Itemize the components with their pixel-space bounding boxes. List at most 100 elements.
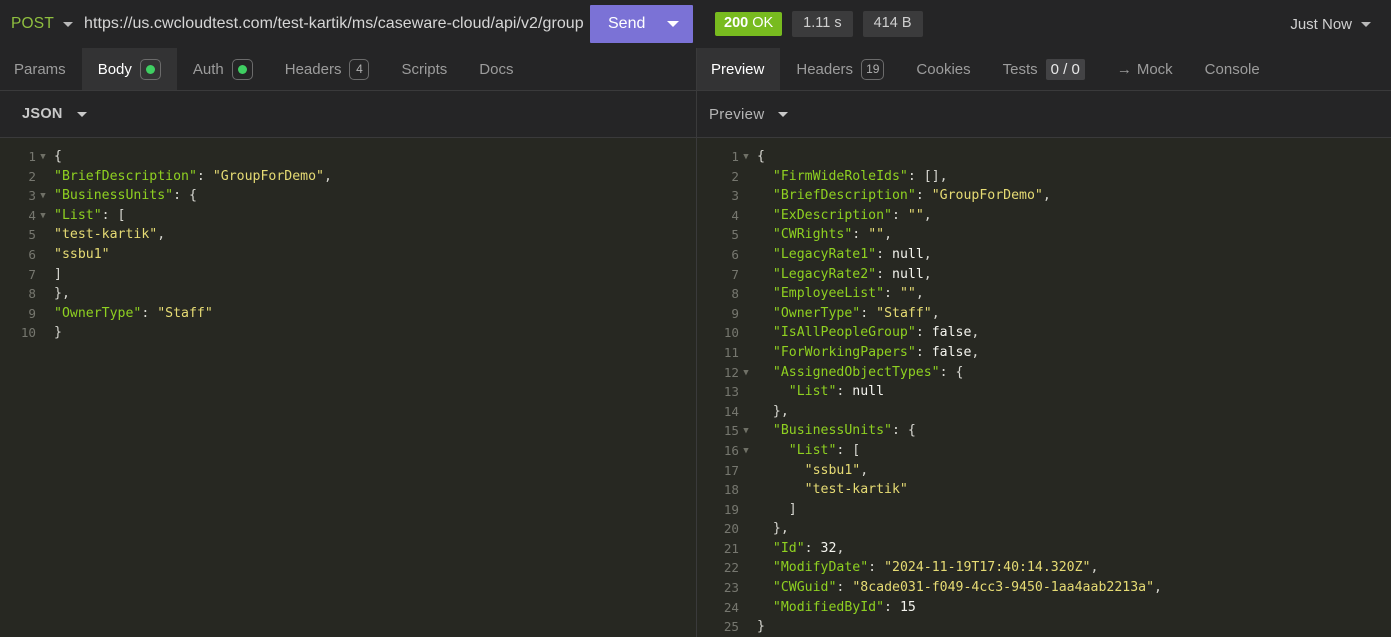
line-number: 2 [697, 167, 739, 187]
tab-label: Mock [1137, 61, 1173, 78]
url-text: https://us.cwcloudtest.com/test-kartik/m… [84, 15, 584, 33]
tab-cookies[interactable]: Cookies [900, 48, 986, 90]
code-text: "OwnerType": "Staff" [50, 304, 213, 324]
tab-label: Scripts [401, 61, 447, 78]
line-number: 17 [697, 461, 739, 481]
line-number: 8 [0, 284, 36, 304]
code-line: 18 "test-kartik" [697, 480, 1391, 500]
status-text: OK [752, 16, 773, 31]
tab-auth[interactable]: Auth [177, 48, 269, 90]
request-body-editor[interactable]: 1▼{2"BriefDescription": "GroupForDemo",3… [0, 138, 696, 637]
tab-scripts[interactable]: Scripts [385, 48, 463, 90]
fold-toggle-icon[interactable]: ▼ [739, 421, 753, 441]
line-number: 6 [697, 245, 739, 265]
tab-tests[interactable]: Tests 0 / 0 [987, 48, 1101, 90]
tab-body[interactable]: Body [82, 48, 177, 90]
code-line: 6"ssbu1" [0, 245, 696, 265]
code-line: 2 "FirmWideRoleIds": [], [697, 167, 1391, 187]
code-line: 20 }, [697, 519, 1391, 539]
response-timestamp-selector[interactable]: Just Now [1290, 16, 1371, 33]
line-number: 4 [697, 206, 739, 226]
code-text: }, [753, 402, 789, 422]
code-text: "LegacyRate2": null, [753, 265, 932, 285]
auth-status-dot-icon [232, 59, 253, 80]
tab-label: Preview [711, 61, 764, 78]
code-text: "List": [ [753, 441, 860, 461]
code-line: 1▼{ [697, 147, 1391, 167]
request-format-bar: JSON [0, 91, 696, 138]
tab-label: Body [98, 61, 132, 78]
code-line: 1▼{ [0, 147, 696, 167]
code-line: 4 "ExDescription": "", [697, 206, 1391, 226]
request-body-code[interactable]: 1▼{2"BriefDescription": "GroupForDemo",3… [0, 138, 696, 343]
tab-params[interactable]: Params [0, 48, 82, 90]
chevron-down-icon[interactable] [77, 112, 87, 117]
response-headers-count-badge: 19 [861, 59, 884, 80]
code-text: "ModifiedById": 15 [753, 598, 916, 618]
line-number: 20 [697, 519, 739, 539]
code-text: "ssbu1", [753, 461, 868, 481]
chevron-down-icon[interactable] [667, 21, 679, 27]
tab-label: Docs [479, 61, 513, 78]
response-body-code[interactable]: 1▼{2 "FirmWideRoleIds": [],3 "BriefDescr… [697, 138, 1391, 637]
fold-toggle-icon[interactable]: ▼ [739, 363, 753, 383]
line-number: 16 [697, 441, 739, 461]
code-text: "BusinessUnits": { [753, 421, 916, 441]
line-number: 9 [0, 304, 36, 324]
tab-docs[interactable]: Docs [463, 48, 529, 90]
tab-console[interactable]: Console [1189, 48, 1276, 90]
code-text: } [753, 617, 765, 637]
code-line: 19 ] [697, 500, 1391, 520]
chevron-down-icon[interactable] [778, 112, 788, 117]
code-text: "CWRights": "", [753, 225, 892, 245]
editor-split: 1▼{2"BriefDescription": "GroupForDemo",3… [0, 138, 1391, 637]
line-number: 8 [697, 284, 739, 304]
arrow-right-icon: → [1117, 61, 1132, 78]
line-number: 11 [697, 343, 739, 363]
code-line: 8 "EmployeeList": "", [697, 284, 1391, 304]
code-text: "ForWorkingPapers": false, [753, 343, 979, 363]
code-text: } [50, 323, 62, 343]
line-number: 24 [697, 598, 739, 618]
tab-preview[interactable]: Preview [697, 48, 780, 90]
code-text: "BriefDescription": "GroupForDemo", [753, 186, 1051, 206]
fold-toggle-icon[interactable]: ▼ [36, 186, 50, 206]
send-button[interactable]: Send [590, 5, 693, 43]
line-number: 10 [0, 323, 36, 343]
fold-toggle-icon[interactable]: ▼ [739, 147, 753, 167]
code-text: "IsAllPeopleGroup": false, [753, 323, 979, 343]
top-bar: POST https://us.cwcloudtest.com/test-kar… [0, 0, 1391, 48]
http-method-selector[interactable]: POST [0, 15, 73, 33]
response-timestamp-label: Just Now [1290, 16, 1352, 33]
headers-count-badge: 4 [349, 59, 369, 80]
code-line: 17 "ssbu1", [697, 461, 1391, 481]
line-number: 5 [697, 225, 739, 245]
tab-response-headers[interactable]: Headers 19 [780, 48, 900, 90]
tab-headers[interactable]: Headers 4 [269, 48, 386, 90]
line-number: 13 [697, 382, 739, 402]
code-line: 25} [697, 617, 1391, 637]
line-number: 7 [0, 265, 36, 285]
code-text: "LegacyRate1": null, [753, 245, 932, 265]
fold-toggle-icon[interactable]: ▼ [739, 441, 753, 461]
line-number: 9 [697, 304, 739, 324]
code-line: 24 "ModifiedById": 15 [697, 598, 1391, 618]
line-number: 1 [697, 147, 739, 167]
response-preview-editor[interactable]: 1▼{2 "FirmWideRoleIds": [],3 "BriefDescr… [696, 138, 1391, 637]
tab-mock[interactable]: → Mock [1101, 48, 1189, 90]
fold-toggle-icon[interactable]: ▼ [36, 206, 50, 226]
tab-label: Headers [796, 61, 853, 78]
code-line: 12▼ "AssignedObjectTypes": { [697, 363, 1391, 383]
code-text: "test-kartik", [50, 225, 165, 245]
tab-label: Cookies [916, 61, 970, 78]
body-status-dot-icon [140, 59, 161, 80]
code-text: "EmployeeList": "", [753, 284, 924, 304]
tab-label: Auth [193, 61, 224, 78]
format-bar: JSON Preview [0, 91, 1391, 138]
code-line: 8}, [0, 284, 696, 304]
fold-toggle-icon[interactable]: ▼ [36, 147, 50, 167]
code-line: 13 "List": null [697, 382, 1391, 402]
code-line: 5"test-kartik", [0, 225, 696, 245]
code-text: }, [50, 284, 70, 304]
code-text: "ssbu1" [50, 245, 110, 265]
